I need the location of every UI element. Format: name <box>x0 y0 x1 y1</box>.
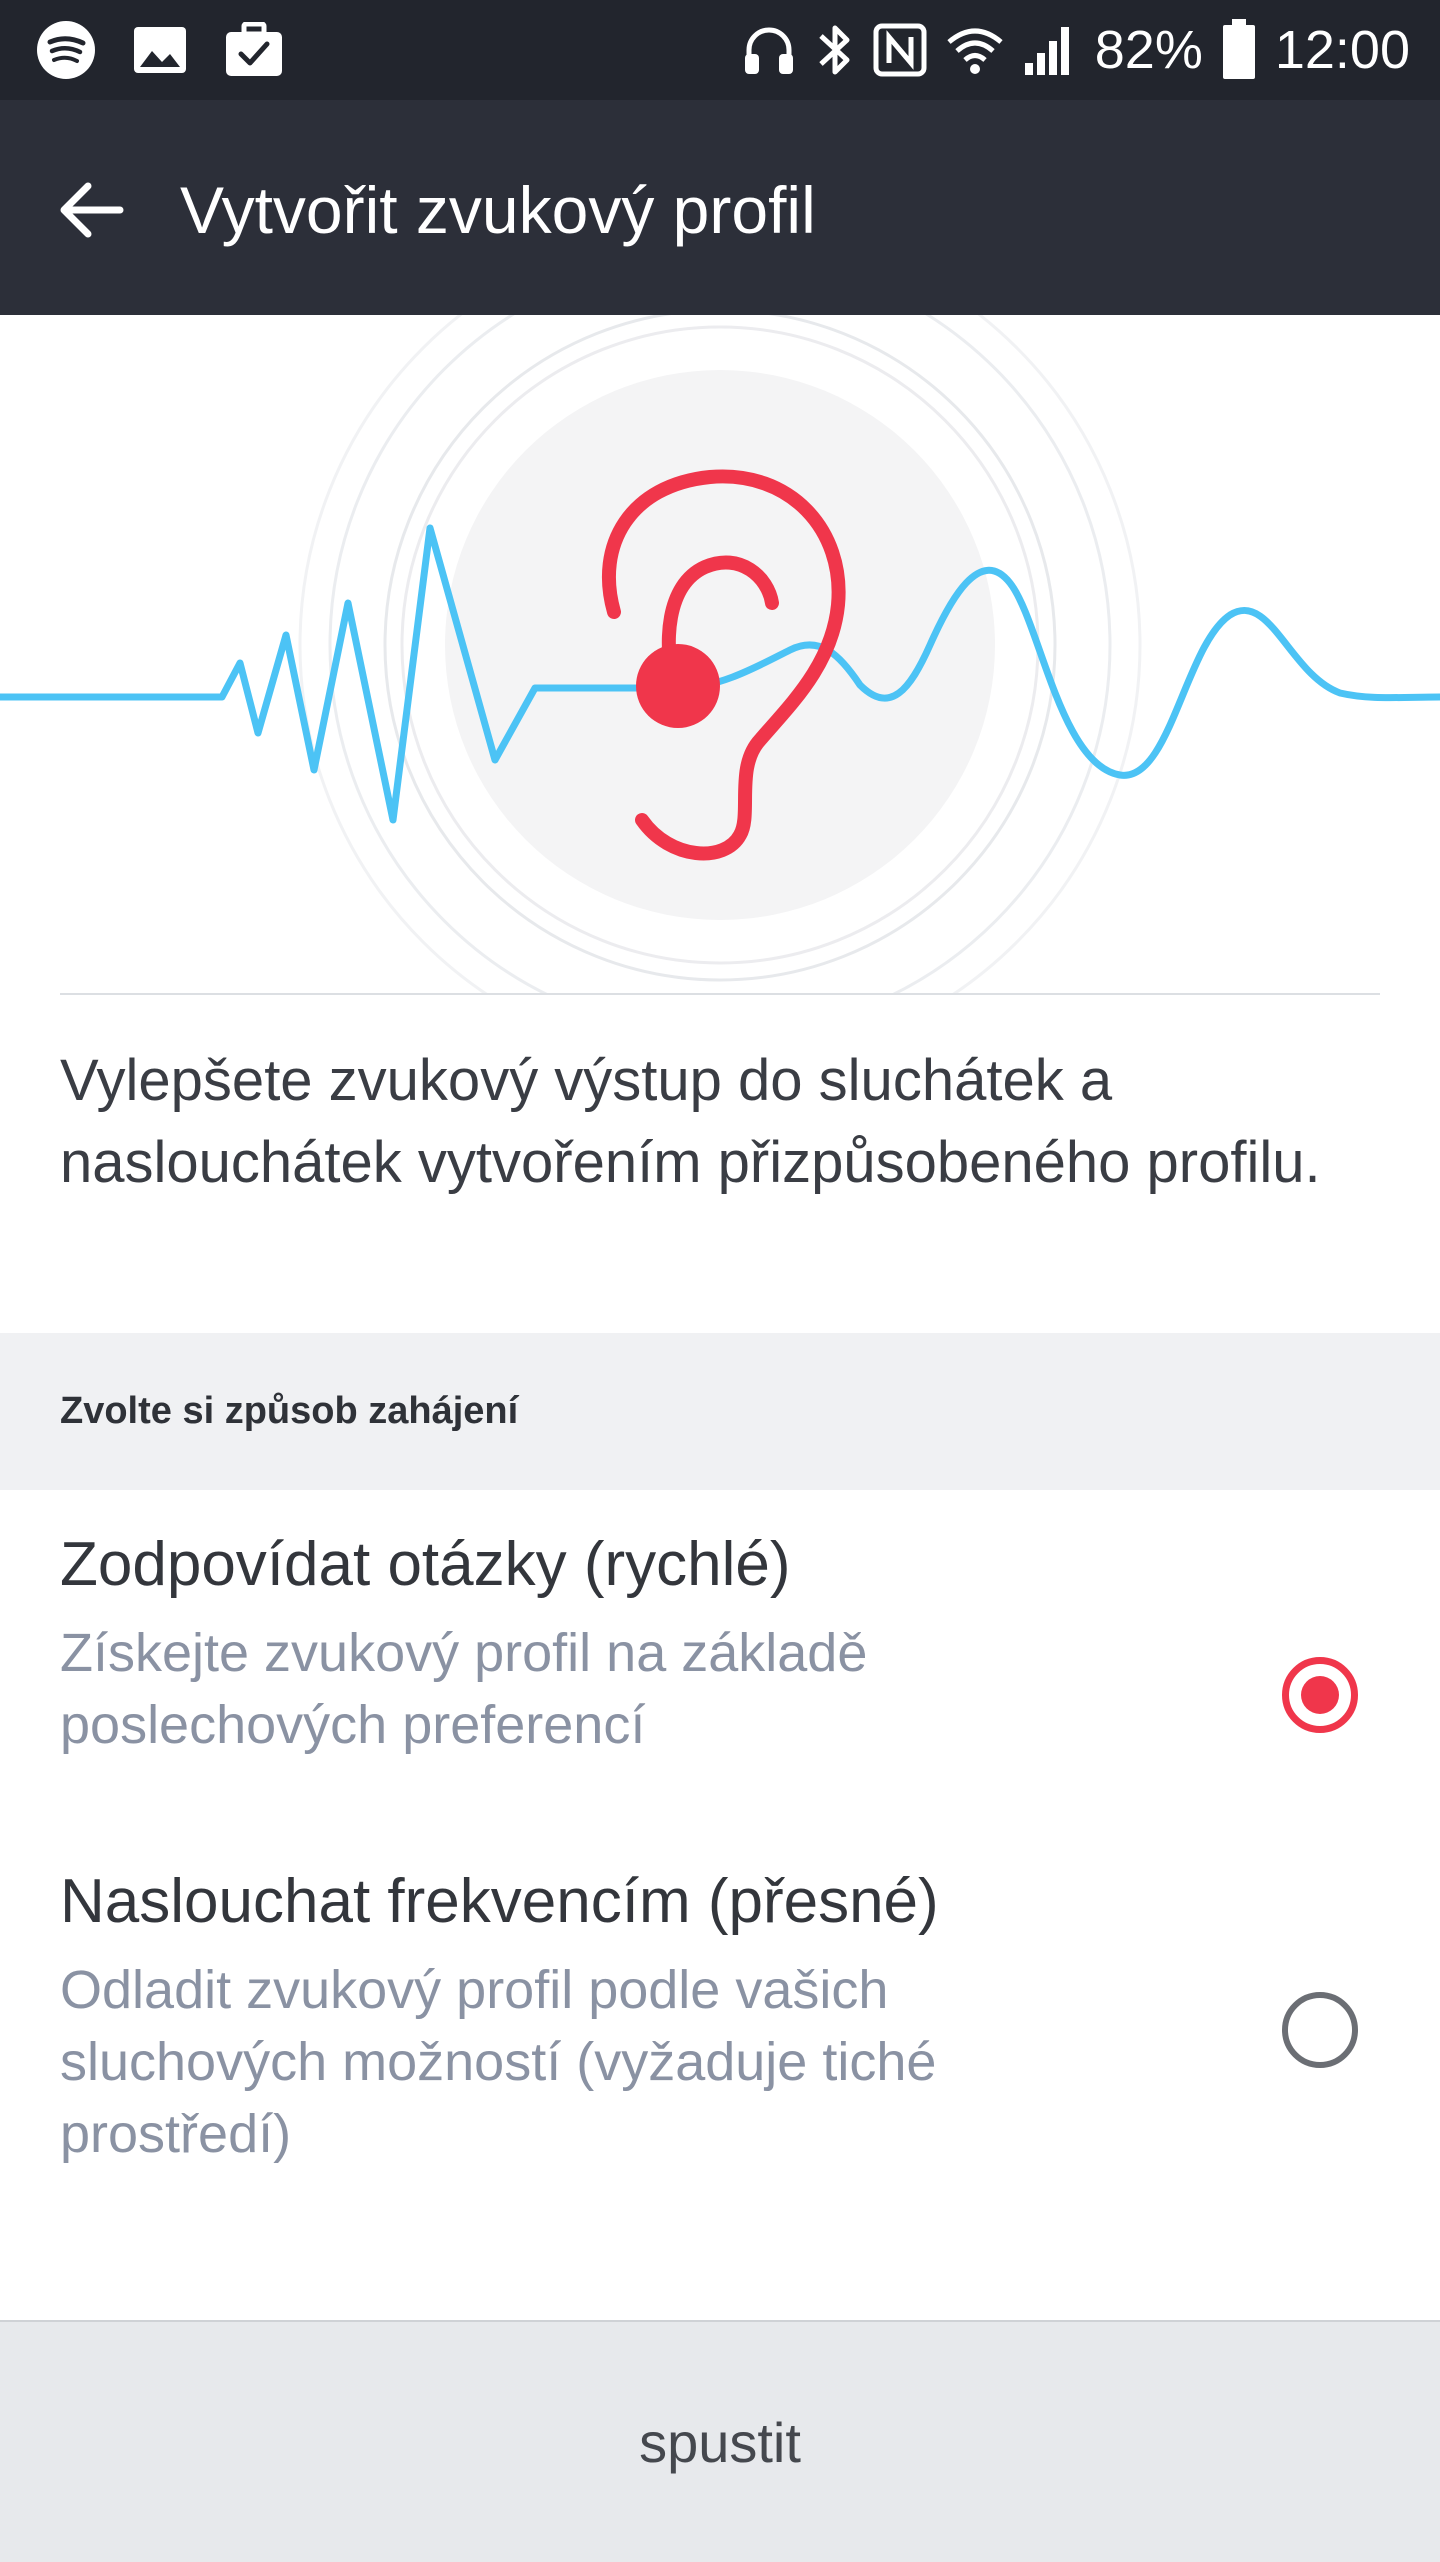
section-label: Zvolte si způsob zahájení <box>60 1390 519 1432</box>
app-bar: Vytvořit zvukový profil <box>0 100 1440 315</box>
option-listen-frequencies[interactable]: Naslouchat frekvencím (přesné) Odladit z… <box>0 1862 1440 2192</box>
option-title: Naslouchat frekvencím (přesné) <box>60 1867 939 1936</box>
arrow-left-icon <box>60 182 124 238</box>
status-bar: 82% 12:00 <box>0 0 1440 100</box>
status-right-icons: 82% 12:00 <box>741 16 1410 84</box>
headphones-icon <box>744 27 793 74</box>
divider <box>60 993 1380 995</box>
back-button[interactable] <box>40 160 140 260</box>
option-subtitle: Odladit zvukový profil podle vašich sluc… <box>60 1960 937 2164</box>
battery-percent: 82% <box>1094 20 1203 80</box>
radio-button-selected[interactable] <box>1282 1657 1358 1733</box>
signal-icon <box>1024 27 1069 75</box>
bluetooth-icon <box>819 25 850 75</box>
briefcase-check-icon <box>226 22 282 76</box>
description-text: Vylepšete zvukový výstup do sluchátek a … <box>60 1048 1321 1195</box>
clock: 12:00 <box>1274 20 1410 80</box>
radio-button-unselected[interactable] <box>1282 1992 1358 2068</box>
bottom-bar: spustit <box>0 2320 1440 2562</box>
start-button[interactable]: spustit <box>0 2322 1440 2562</box>
hero-illustration <box>0 315 1440 995</box>
nfc-icon <box>873 23 927 77</box>
section-header: Zvolte si způsob zahájení <box>0 1333 1440 1490</box>
status-left-icons <box>36 20 284 80</box>
spotify-icon <box>37 21 95 79</box>
option-quick-questions[interactable]: Zodpovídat otázky (rychlé) Získejte zvuk… <box>0 1525 1440 1785</box>
page-title: Vytvořit zvukový profil <box>180 173 816 247</box>
image-icon <box>134 27 186 73</box>
wifi-icon <box>947 28 1003 74</box>
battery-icon <box>1222 19 1255 79</box>
option-title: Zodpovídat otázky (rychlé) <box>60 1530 791 1599</box>
option-subtitle: Získejte zvukový profil na základě posle… <box>60 1623 868 1755</box>
